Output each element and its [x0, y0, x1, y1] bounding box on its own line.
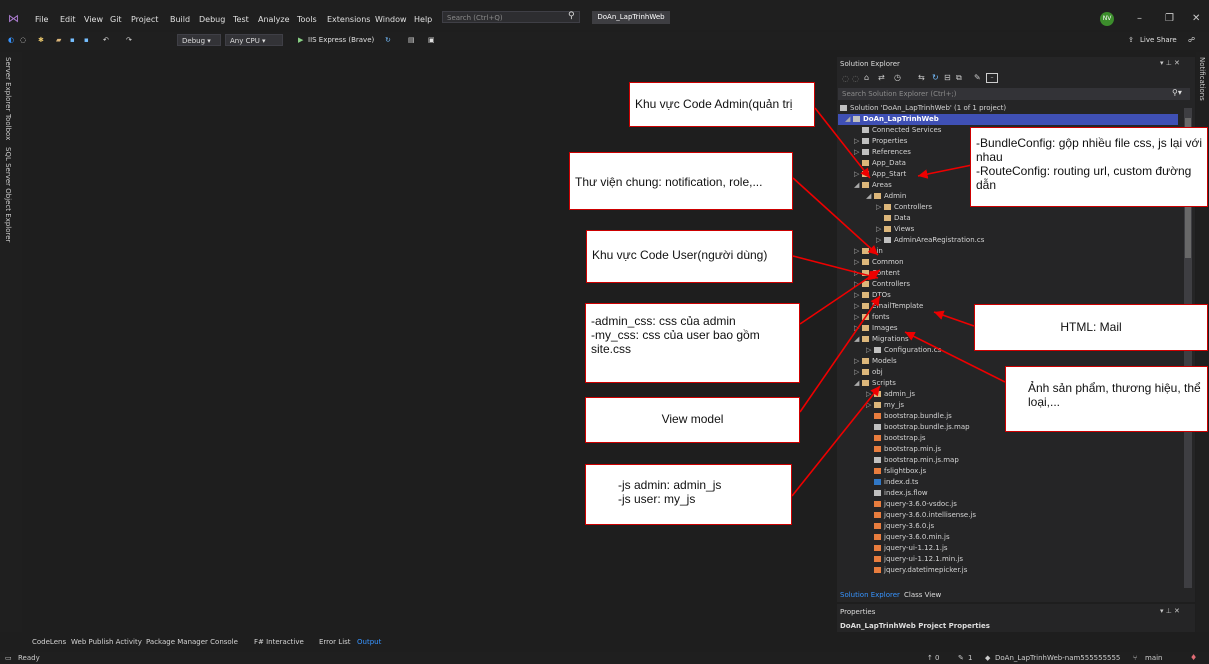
arrow-scripts — [791, 385, 881, 497]
arrow-content — [799, 269, 881, 325]
arrow-admin — [814, 107, 871, 179]
arrow-app-start — [917, 164, 973, 179]
arrow-email-template — [933, 310, 975, 327]
annotation-content: -admin_css: css của admin -my_css: css c… — [585, 303, 800, 383]
arrow-common — [792, 177, 879, 256]
annotation-common: Thư viện chung: notification, role,... — [569, 152, 793, 210]
annotation-scripts: -js admin: admin_js -js user: my_js — [585, 464, 792, 525]
annotation-images: Ảnh sản phẩm, thương hiệu, thể loại,... — [1005, 366, 1208, 432]
annotation-dtos: View model — [585, 397, 800, 443]
annotation-admin-area: Khu vực Code Admin(quản trị — [629, 82, 815, 127]
arrow-dtos — [799, 295, 881, 413]
annotation-email-template: HTML: Mail — [974, 304, 1208, 351]
arrow-controllers — [792, 255, 879, 281]
annotation-app-start: -BundleConfig: gộp nhiều file css, js lạ… — [970, 127, 1208, 207]
annotation-user-area: Khu vực Code User(người dùng) — [586, 230, 793, 283]
